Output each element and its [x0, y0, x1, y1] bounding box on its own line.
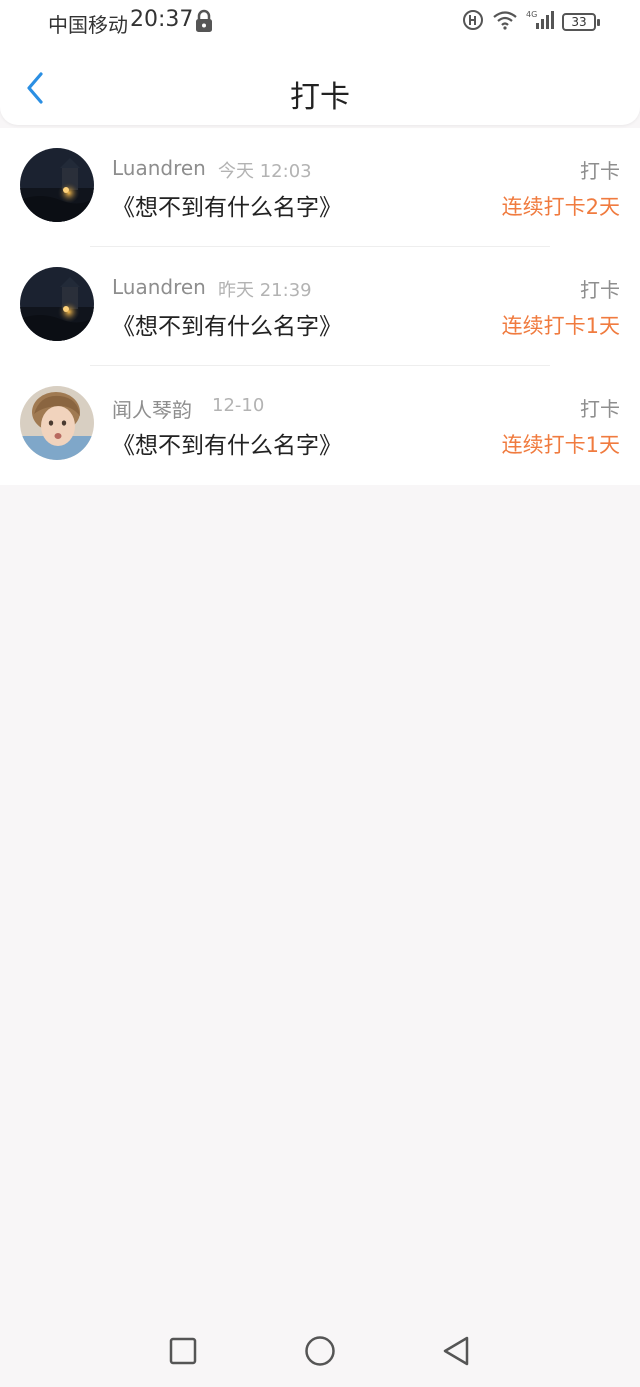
book-title[interactable]: 《想不到有什么名字》 [112, 307, 342, 341]
checkin-item[interactable]: Luandren 昨天 21:39 《想不到有什么名字》 打卡 连续打卡1天 [0, 247, 640, 366]
checkin-type-label: 打卡 [580, 397, 620, 421]
lock-icon [193, 9, 215, 33]
signal-icon: 4G [526, 9, 554, 35]
avatar[interactable] [20, 267, 94, 341]
system-back-button[interactable] [439, 1336, 473, 1370]
checkin-type-label: 打卡 [580, 278, 620, 302]
carrier-label: 中国移动 [48, 13, 128, 37]
page-title: 打卡 [290, 80, 350, 115]
book-title[interactable]: 《想不到有什么名字》 [112, 188, 342, 222]
header: 打卡 [0, 56, 640, 126]
streak-label: 连续打卡1天 [501, 433, 620, 457]
triangle-back-icon [441, 1335, 471, 1371]
post-time: 今天 12:03 [218, 161, 312, 182]
wifi-icon [492, 10, 518, 34]
username[interactable]: Luandren [112, 156, 206, 180]
hd-call-icon [462, 9, 484, 35]
checkin-item[interactable]: 闻人琴韵 12-10 《想不到有什么名字》 打卡 连续打卡1天 [0, 366, 640, 485]
status-icons: 4G 33 [462, 9, 600, 35]
checkin-type-label: 打卡 [580, 159, 620, 183]
network-type-label: 4G [526, 10, 537, 19]
username[interactable]: 闻人琴韵 [112, 394, 192, 423]
top-bar: 中国移动 20:37 4G 33 打卡 [0, 0, 640, 125]
status-bar: 中国移动 20:37 4G 33 [0, 0, 640, 44]
checkin-list: Luandren 今天 12:03 《想不到有什么名字》 打卡 连续打卡2天 L… [0, 128, 640, 485]
circle-icon [304, 1335, 336, 1371]
avatar[interactable] [20, 386, 94, 460]
square-icon [169, 1337, 197, 1369]
username[interactable]: Luandren [112, 275, 206, 299]
system-nav-bar [0, 1318, 640, 1387]
avatar[interactable] [20, 148, 94, 222]
streak-label: 连续打卡2天 [501, 195, 620, 219]
streak-label: 连续打卡1天 [501, 314, 620, 338]
book-title[interactable]: 《想不到有什么名字》 [112, 426, 342, 460]
status-time: 20:37 [130, 7, 194, 32]
recent-apps-button[interactable] [166, 1336, 200, 1370]
battery-icon: 33 [562, 13, 600, 31]
post-time: 昨天 21:39 [218, 280, 312, 301]
post-time: 12-10 [212, 395, 265, 416]
checkin-item[interactable]: Luandren 今天 12:03 《想不到有什么名字》 打卡 连续打卡2天 [0, 128, 640, 247]
home-button[interactable] [303, 1336, 337, 1370]
